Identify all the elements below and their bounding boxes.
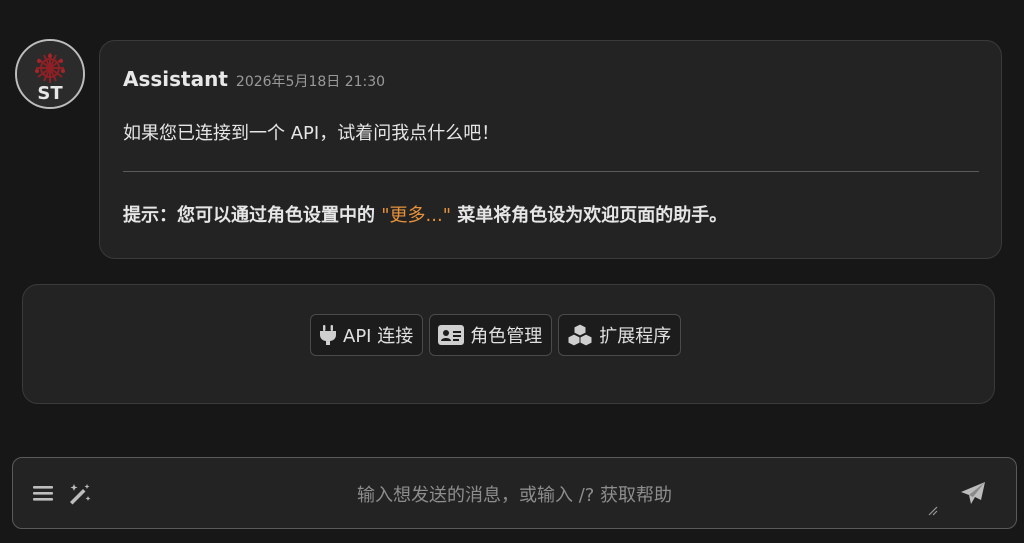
message-author[interactable]: Assistant — [123, 67, 228, 91]
avatar-label: ST — [37, 83, 63, 104]
hint-suffix: 菜单将角色设为欢迎页面的助手。 — [451, 205, 728, 226]
message-hint: 提示：您可以通过角色设置中的 "更多..." 菜单将角色设为欢迎页面的助手。 — [123, 201, 727, 227]
panel-button-row: API 连接 角色管理 扩展程序 — [310, 314, 682, 356]
chat-input-bar: 输入想发送的消息，或输入 /? 获取帮助 — [12, 457, 1017, 529]
resize-handle-icon[interactable] — [928, 501, 938, 520]
extensions-label: 扩展程序 — [599, 326, 672, 347]
message-header: Assistant 2026年5月18日 21:30 — [123, 67, 385, 91]
extensions-button[interactable]: 扩展程序 — [558, 314, 682, 356]
character-management-label: 角色管理 — [470, 326, 543, 347]
chat-screen: ST Assistant 2026年5月18日 21:30 如果您已连接到一个 … — [0, 0, 1024, 543]
character-management-button[interactable]: 角色管理 — [429, 314, 553, 356]
send-button[interactable] — [960, 481, 986, 509]
cubes-icon — [567, 323, 593, 347]
plug-icon — [320, 325, 336, 345]
api-connection-label: API 连接 — [343, 326, 414, 347]
id-card-icon — [438, 325, 465, 345]
message-divider — [123, 171, 979, 172]
message-timestamp: 2026年5月18日 21:30 — [235, 74, 386, 90]
welcome-panel: API 连接 角色管理 扩展程序 — [22, 284, 995, 404]
message-text: 如果您已连接到一个 API，试着问我点什么吧！ — [123, 123, 500, 144]
hint-prefix: 提示：您可以通过角色设置中的 — [123, 205, 382, 226]
message-input[interactable]: 输入想发送的消息，或输入 /? 获取帮助 — [13, 481, 1016, 507]
hint-quote: "更多..." — [381, 205, 451, 226]
sillytavern-logo-icon: ST — [17, 41, 83, 107]
assistant-avatar[interactable]: ST — [15, 39, 85, 109]
message-card: Assistant 2026年5月18日 21:30 如果您已连接到一个 API… — [99, 40, 1002, 259]
send-icon — [961, 482, 985, 504]
api-connection-button[interactable]: API 连接 — [310, 314, 424, 356]
